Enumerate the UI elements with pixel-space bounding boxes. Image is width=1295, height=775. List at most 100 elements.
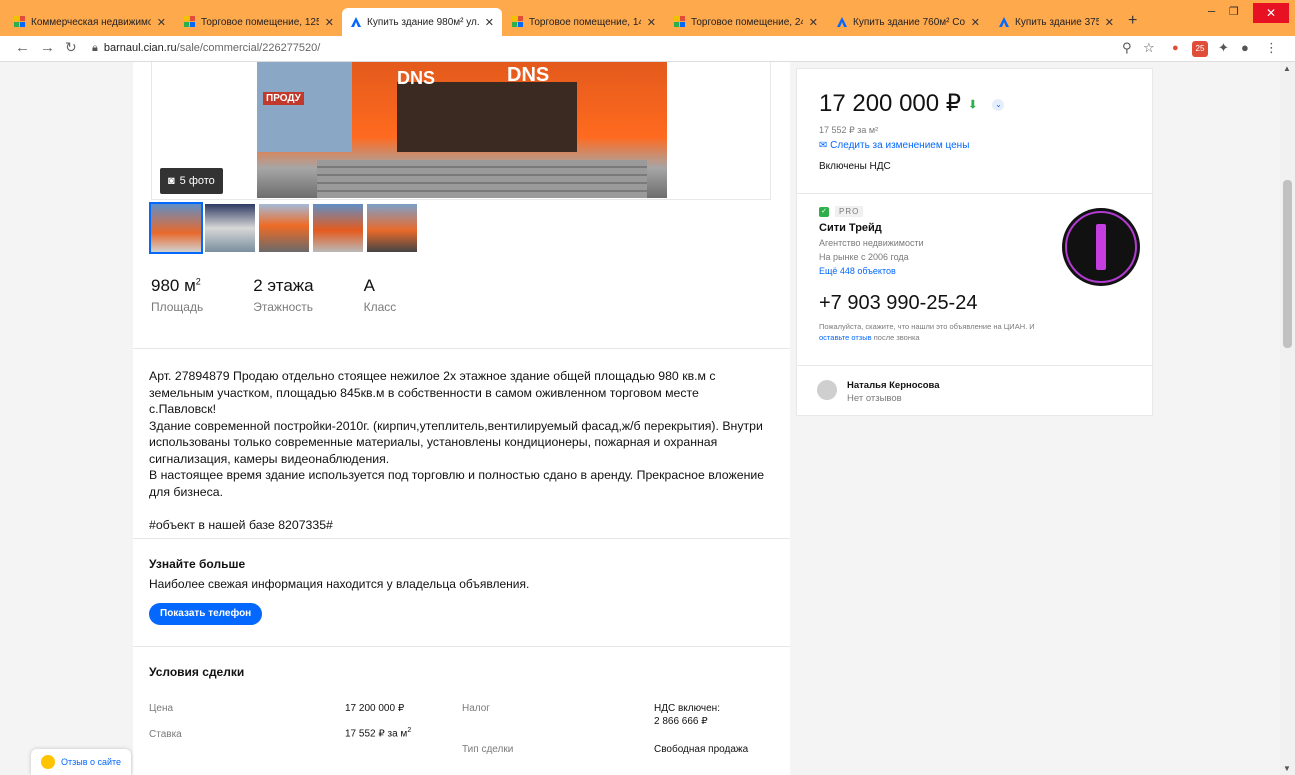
thumbnail[interactable] xyxy=(205,204,255,252)
stat-floors: 2 этажа Этажность xyxy=(253,276,313,314)
browser-tab[interactable]: Торговое помещение, 125 ✕ xyxy=(176,8,342,36)
price-down-arrow-icon: ⬇ xyxy=(967,97,978,112)
lock-icon: 🔒︎ xyxy=(92,42,98,54)
tab-title: Торговое помещение, 243 xyxy=(691,16,803,28)
description: Арт. 27894879 Продаю отдельно стоящее не… xyxy=(149,368,769,533)
agency-logo-ring xyxy=(1065,211,1137,283)
tab-close-icon[interactable]: ✕ xyxy=(325,16,334,29)
photo-sign: DNS xyxy=(507,64,550,86)
divider xyxy=(133,646,790,647)
agent-card: ✓ PRO Сити Трейд Агентство недвижимости … xyxy=(796,194,1153,366)
url-host: barnaul.cian.ru xyxy=(103,42,177,54)
cian-logo-icon xyxy=(350,16,362,28)
description-line: использованы только современные материал… xyxy=(149,435,718,449)
tab-close-icon[interactable]: ✕ xyxy=(157,16,166,29)
scrollbar-thumb[interactable] xyxy=(1283,180,1292,348)
scroll-up-arrow-icon[interactable]: ▲ xyxy=(1283,64,1291,73)
cian-logo-icon xyxy=(998,16,1010,28)
scrollbar[interactable]: ▲ ▼ xyxy=(1280,62,1295,775)
price: 17 200 000 ₽ ⬇ ⌄ xyxy=(819,89,1005,118)
photo-sign: DNS xyxy=(397,68,436,88)
thumbnail[interactable] xyxy=(149,202,203,254)
photo-steps xyxy=(317,160,647,198)
agency-phone[interactable]: +7 903 990-25-24 xyxy=(819,292,977,315)
bookmark-star-icon[interactable]: ☆ xyxy=(1143,40,1155,56)
site-feedback-button[interactable]: Отзыв о сайте xyxy=(31,749,132,775)
price-history-chevron-icon[interactable]: ⌄ xyxy=(992,98,1005,111)
leave-review-link[interactable]: оставьте отзыв xyxy=(819,333,872,342)
extension-icon[interactable]: ● xyxy=(1172,42,1179,54)
reload-icon[interactable]: ↻ xyxy=(65,39,77,56)
extension-badge[interactable]: 25 xyxy=(1192,41,1208,57)
deal-tax-amount: 2 866 666 ₽ xyxy=(654,716,708,727)
learn-more-section: Узнайте больше Наиболее свежая информаци… xyxy=(149,557,529,625)
tab-title: Торговое помещение, 125 xyxy=(201,16,319,28)
browser-tab-active[interactable]: Купить здание 980м² ул. Т ✕ xyxy=(342,8,502,36)
stat-value: A xyxy=(363,276,375,295)
shield-check-icon: ✓ xyxy=(819,206,829,217)
deal-price-label: Цена xyxy=(149,703,174,714)
deal-terms-title: Условия сделки xyxy=(149,665,245,679)
photo-count-badge[interactable]: ◙ 5 фото xyxy=(160,168,223,194)
description-line: земельным участком, площадью 845кв.м в с… xyxy=(149,385,699,417)
url-field[interactable]: 🔒︎ barnaul.cian.ru/sale/commercial/226277… xyxy=(92,42,320,55)
agency-name[interactable]: Сити Трейд xyxy=(819,222,882,234)
description-line: В настоящее время здание используется по… xyxy=(149,468,765,482)
window-close-icon[interactable]: ✕ xyxy=(1253,3,1289,23)
profile-icon[interactable]: ● xyxy=(1241,40,1249,55)
thumbnail-strip xyxy=(149,202,417,254)
agency-type: Агентство недвижимости xyxy=(819,238,924,248)
agency-more-objects-link[interactable]: Ещё 448 объектов xyxy=(819,266,896,276)
description-line: Здание современной постройки-2010г. (кир… xyxy=(149,418,763,433)
show-phone-button[interactable]: Показать телефон xyxy=(149,603,263,625)
thumbnail[interactable] xyxy=(259,204,309,252)
learn-more-subtitle: Наиболее свежая информация находится у в… xyxy=(149,577,530,591)
photo-glass-facade xyxy=(257,62,352,152)
deal-type-label: Тип сделки xyxy=(462,744,514,755)
stat-class: A Класс xyxy=(364,276,397,314)
tab-title: Коммерческая недвижимо xyxy=(31,16,151,28)
tab-close-icon[interactable]: ✕ xyxy=(809,16,818,29)
vat-included: Включены НДС xyxy=(819,161,891,172)
browser-tab[interactable]: Торговое помещение, 145 ✕ xyxy=(504,8,664,36)
tab-close-icon[interactable]: ✕ xyxy=(485,16,494,29)
cian-grid-icon xyxy=(512,16,524,28)
tab-close-icon[interactable]: ✕ xyxy=(1105,16,1114,29)
photo-sign: ПРОДУ xyxy=(263,92,304,105)
scroll-down-arrow-icon[interactable]: ▼ xyxy=(1283,764,1291,773)
learn-more-title: Узнайте больше xyxy=(149,557,246,571)
tab-close-icon[interactable]: ✕ xyxy=(647,16,656,29)
sidebar: 17 200 000 ₽ ⬇ ⌄ 17 552 ₽ за м² ✉ Следит… xyxy=(796,68,1153,416)
minimize-icon[interactable]: – xyxy=(1208,3,1215,18)
thumbnail[interactable] xyxy=(367,204,417,252)
camera-icon: ◙ xyxy=(168,175,175,187)
browser-tab[interactable]: Купить здание 375.3м² ул. ✕ xyxy=(990,8,1122,36)
gallery: DNS DNS ПРОДУ ◙ 5 фото xyxy=(151,62,771,200)
agent-person-card: Наталья Керносова Нет отзывов xyxy=(796,366,1153,416)
restore-icon[interactable]: ❐ xyxy=(1229,5,1239,18)
main-photo[interactable]: DNS DNS ПРОДУ xyxy=(257,62,667,198)
photo-count-label: 5 фото xyxy=(179,175,215,187)
extensions-puzzle-icon[interactable]: ✦ xyxy=(1218,40,1229,56)
menu-kebab-icon[interactable]: ⋮ xyxy=(1265,40,1278,56)
agent-person-name[interactable]: Наталья Керносова xyxy=(847,380,940,391)
site-feedback-label: Отзыв о сайте xyxy=(61,757,122,767)
tab-title: Купить здание 375.3м² ул. xyxy=(1015,16,1099,28)
deal-rate-label: Ставка xyxy=(149,729,182,740)
browser-tab[interactable]: Торговое помещение, 243 ✕ xyxy=(666,8,826,36)
deal-rate-value: 17 552 ₽ за м2 xyxy=(345,727,412,740)
browser-tab[interactable]: Коммерческая недвижимо ✕ xyxy=(6,8,174,36)
tab-close-icon[interactable]: ✕ xyxy=(971,16,980,29)
new-tab-plus-icon[interactable]: + xyxy=(1128,12,1137,30)
stat-value: 2 этажа xyxy=(253,276,314,295)
browser-tab[interactable]: Купить здание 760м² Сов ✕ xyxy=(828,8,988,36)
follow-price-link[interactable]: ✉ Следить за изменением цены xyxy=(819,140,969,151)
back-arrow-icon[interactable]: ← xyxy=(15,39,30,56)
agency-logo[interactable] xyxy=(1062,208,1140,286)
thumbnail[interactable] xyxy=(313,204,363,252)
description-line: #объект в нашей базе 8207335# xyxy=(149,517,333,532)
stat-area: 980 м2 Площадь xyxy=(151,276,203,314)
forward-arrow-icon[interactable]: → xyxy=(40,39,55,56)
deal-tax-label: Налог xyxy=(462,703,490,714)
zoom-icon[interactable]: ⚲ xyxy=(1122,40,1132,56)
